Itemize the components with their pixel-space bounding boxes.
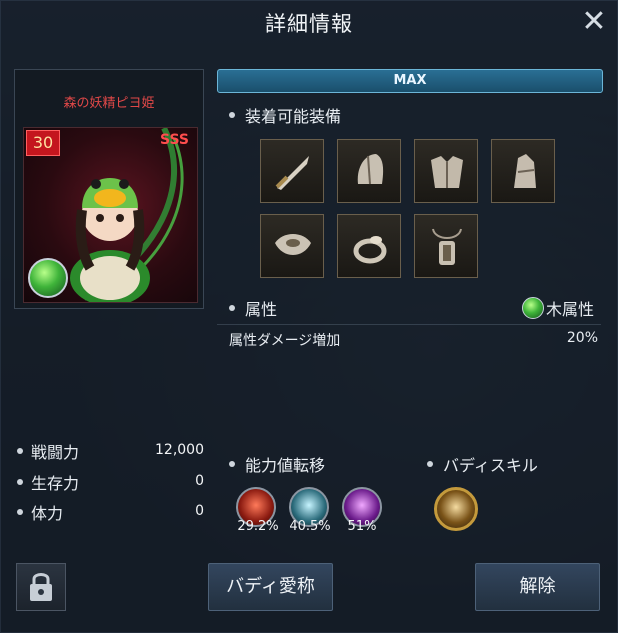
- attack-transfer-value: 29.2%: [237, 519, 279, 534]
- combat-power-value: 12,000: [155, 442, 204, 458]
- magic-transfer-value: 51%: [347, 519, 377, 534]
- equippable-title: 装着可能装備: [245, 107, 342, 126]
- lock-button[interactable]: [16, 563, 66, 611]
- ring-icon: [353, 236, 387, 264]
- release-button[interactable]: 解除: [475, 563, 600, 611]
- bullet-icon: [229, 461, 235, 467]
- buddy-card: 森の妖精ピヨ姫 30 SSS: [14, 69, 204, 309]
- transfer-title: 能力値転移: [245, 456, 326, 475]
- attribute-title: 属性: [245, 300, 278, 319]
- equip-slot-ring[interactable]: [337, 214, 401, 278]
- bullet-icon: [427, 461, 433, 467]
- bullet-icon: [17, 509, 23, 515]
- equip-slot-necklace[interactable]: [414, 214, 478, 278]
- sword-icon: [275, 156, 309, 190]
- wood-element-icon: [28, 258, 68, 298]
- bullet-icon: [17, 479, 23, 485]
- equip-slot-armor[interactable]: [414, 139, 478, 203]
- buddy-skill-icon[interactable]: [434, 487, 478, 531]
- attribute-damage-label: 属性ダメージ増加: [229, 333, 341, 349]
- rank-label: SSS: [160, 132, 189, 148]
- divider: [217, 324, 601, 325]
- buddy-portrait: 30 SSS: [23, 127, 198, 303]
- helmet-icon: [357, 154, 384, 185]
- gauntlet-icon: [514, 154, 536, 188]
- survival-power-value: 0: [195, 473, 204, 489]
- necklace-icon: [432, 228, 462, 265]
- lock-icon: [30, 573, 52, 601]
- stamina-label: 体力: [31, 504, 64, 523]
- attribute-damage-value: 20%: [566, 330, 598, 346]
- attribute-element: 木属性: [546, 300, 595, 319]
- buddy-skill-title: バディスキル: [443, 456, 538, 475]
- survival-power-label: 生存力: [31, 474, 80, 493]
- window-title: 詳細情報: [265, 12, 353, 36]
- level-badge: 30: [26, 130, 60, 156]
- equip-slot-shoulder[interactable]: [260, 214, 324, 278]
- detail-panel: 詳細情報 ✕ 森の妖精ピヨ姫 30 SSS MAX 装着可能装備 属性 木属性 …: [0, 0, 618, 633]
- bullet-icon: [17, 448, 23, 454]
- equip-slot-gauntlet[interactable]: [491, 139, 555, 203]
- defense-transfer-value: 40.5%: [289, 519, 331, 534]
- nickname-button[interactable]: バディ愛称: [208, 563, 333, 611]
- wood-element-icon: [522, 297, 544, 319]
- stamina-value: 0: [195, 503, 204, 519]
- buddy-name: 森の妖精ピヨ姫: [63, 96, 155, 111]
- equip-slot-sword[interactable]: [260, 139, 324, 203]
- level-max-bar: MAX: [217, 69, 603, 93]
- shoulder-icon: [275, 234, 311, 255]
- armor-icon: [431, 156, 463, 188]
- close-icon[interactable]: ✕: [580, 7, 608, 37]
- bullet-icon: [229, 305, 235, 311]
- bullet-icon: [229, 112, 235, 118]
- equip-slot-helmet[interactable]: [337, 139, 401, 203]
- combat-power-label: 戦闘力: [31, 443, 80, 462]
